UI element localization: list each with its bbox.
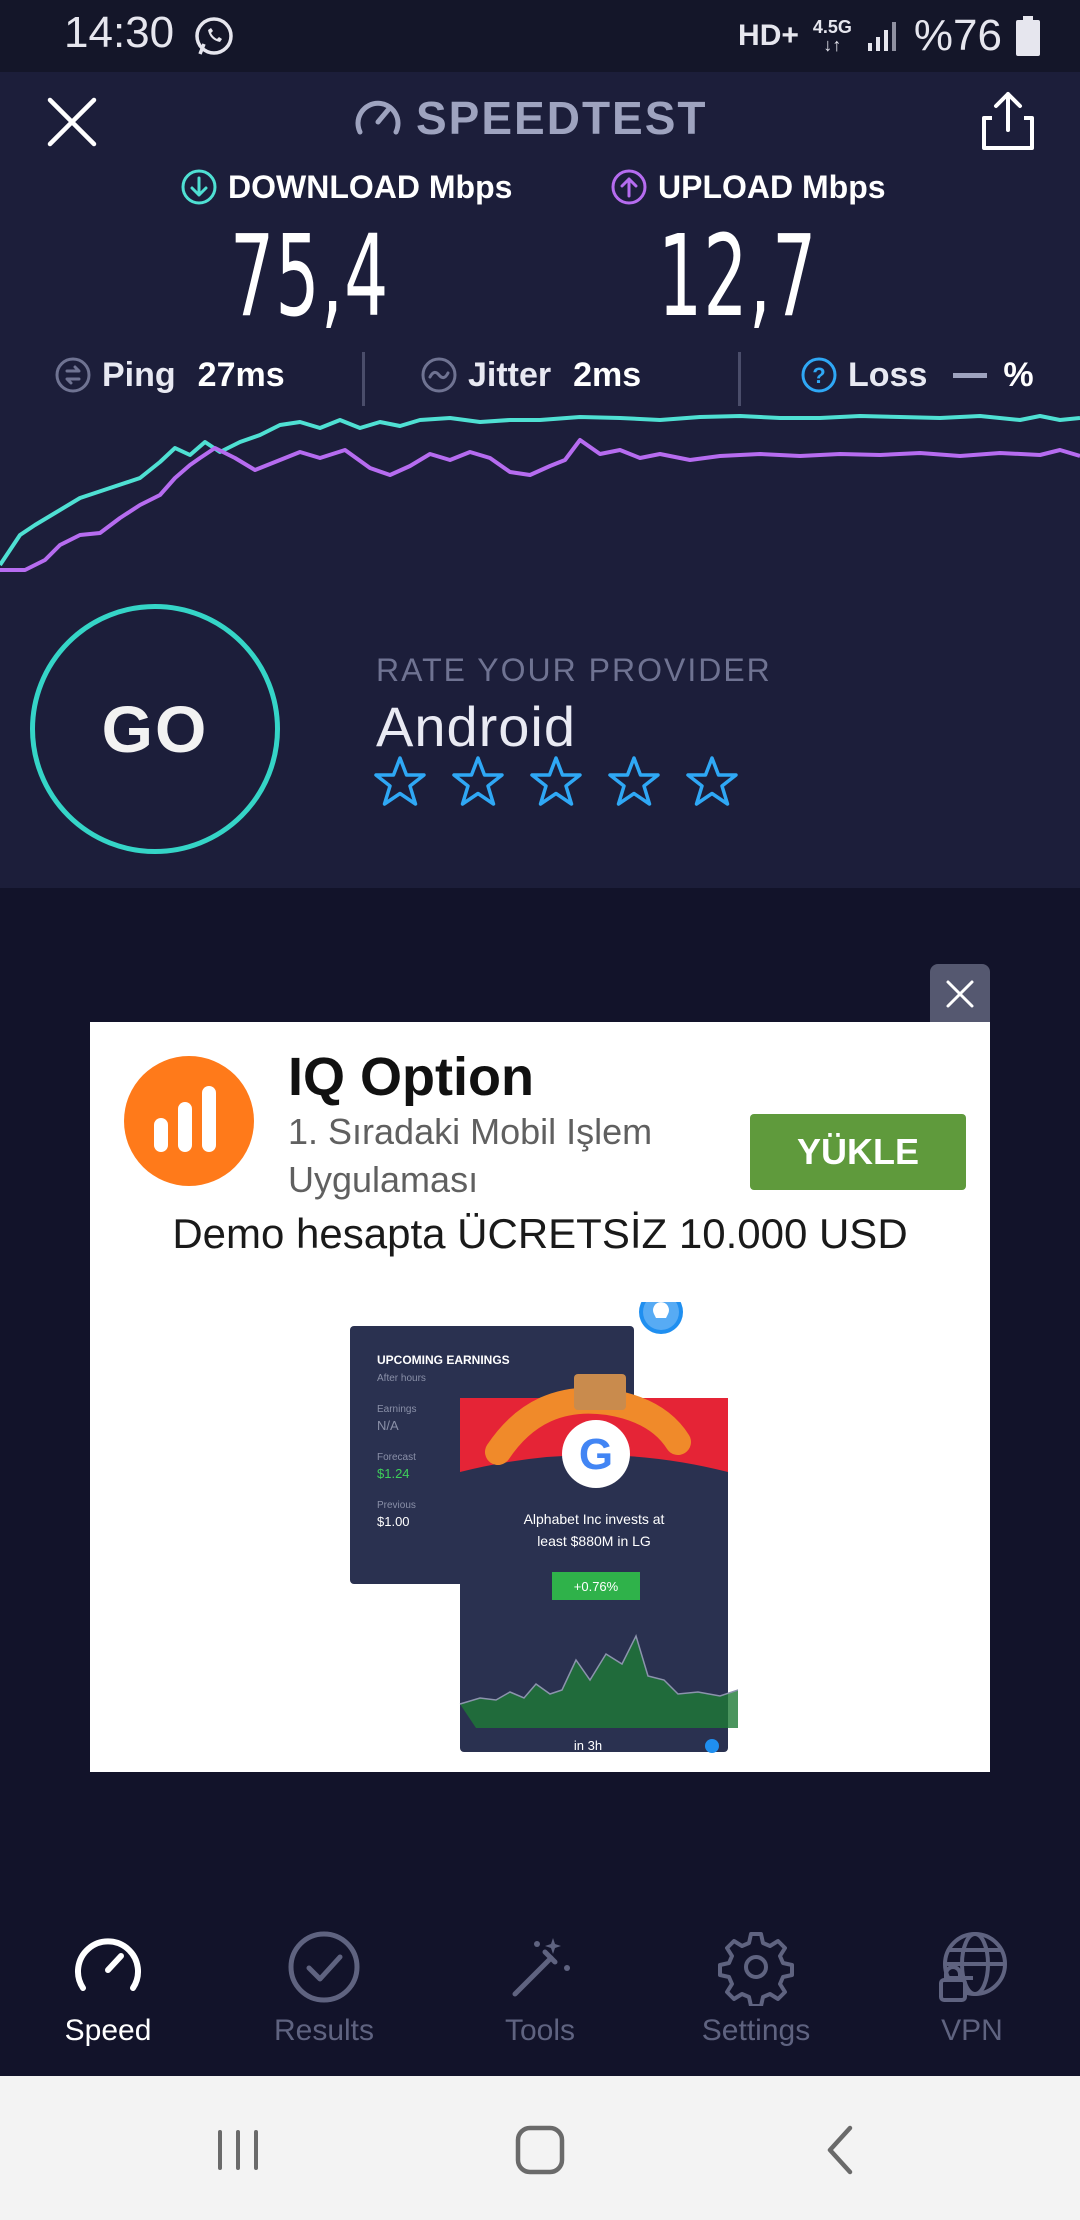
signal-icon	[867, 22, 896, 51]
install-button[interactable]: YÜKLE	[750, 1114, 966, 1190]
card2-text-2: least $880M in LG	[537, 1533, 651, 1549]
whatsapp-icon	[195, 17, 233, 55]
recent-apps-icon[interactable]	[208, 2120, 268, 2180]
svg-text:?: ?	[812, 363, 825, 388]
speed-graph	[0, 414, 1080, 572]
speedtest-logo: SPEEDTEST	[352, 88, 708, 148]
go-button[interactable]: GO	[30, 604, 280, 854]
jitter-label: Jitter	[468, 355, 552, 394]
card2-time: in 3h	[574, 1738, 602, 1753]
jitter-stat: Jitter 2ms	[420, 348, 641, 402]
bar-chart-logo-icon	[154, 1086, 216, 1152]
star-icon[interactable]	[372, 754, 428, 810]
upload-header: UPLOAD Mbps	[610, 164, 886, 210]
status-right: HD+ 4.5G ↓↑ %76	[738, 8, 1040, 64]
ad-creative: UPCOMING EARNINGS After hours Earnings N…	[350, 1302, 738, 1753]
jitter-value: 2ms	[573, 355, 642, 394]
earnings-value: N/A	[377, 1418, 399, 1433]
rating-stars	[372, 754, 740, 810]
nav-speed[interactable]: Speed	[28, 1928, 188, 2048]
system-nav-bar	[0, 2076, 1080, 2220]
earnings-label: Earnings	[377, 1404, 416, 1415]
close-icon[interactable]	[44, 94, 100, 150]
status-bar: 14:30 HD+ 4.5G ↓↑ %76	[0, 0, 1080, 72]
ad-title: IQ Option	[288, 1047, 534, 1107]
previous-label: Previous	[377, 1500, 416, 1511]
download-value: 75,4	[230, 212, 390, 342]
svg-text:G: G	[579, 1430, 613, 1479]
magic-wand-icon	[512, 1938, 570, 1997]
nav-settings-label: Settings	[701, 2014, 811, 2047]
star-icon[interactable]	[528, 754, 584, 810]
upload-label: UPLOAD Mbps	[658, 168, 886, 205]
upload-arrow-icon	[611, 169, 647, 205]
nav-tools[interactable]: Tools	[460, 1928, 620, 2048]
nav-results-label: Results	[273, 2014, 375, 2047]
upload-value: 12,7	[658, 212, 818, 342]
ad-close-button[interactable]	[930, 964, 990, 1024]
share-icon[interactable]	[978, 90, 1038, 154]
loss-label: Loss	[848, 355, 928, 394]
loss-value: %	[1003, 355, 1034, 394]
download-header: DOWNLOAD Mbps	[180, 164, 512, 210]
star-icon[interactable]	[684, 754, 740, 810]
provider-name: Android	[376, 695, 577, 758]
network-type: 4.5G ↓↑	[812, 17, 852, 55]
ping-icon	[55, 357, 91, 393]
stats-divider-1	[362, 352, 365, 406]
rate-provider-title: RATE YOUR PROVIDER	[376, 652, 772, 688]
ping-label: Ping	[102, 355, 176, 394]
download-label: DOWNLOAD Mbps	[228, 168, 513, 205]
hd-indicator: HD+	[738, 19, 799, 52]
battery-icon	[1016, 16, 1040, 56]
close-icon	[946, 980, 974, 1008]
go-label: GO	[101, 692, 209, 766]
battery-percent: %76	[913, 11, 1002, 60]
forecast-label: Forecast	[377, 1452, 416, 1463]
card2-text-1: Alphabet Inc invests at	[524, 1511, 665, 1527]
iq-option-logo	[124, 1056, 254, 1186]
card1-title: UPCOMING EARNINGS	[377, 1353, 510, 1367]
status-time: 14:30	[64, 8, 175, 57]
star-icon[interactable]	[450, 754, 506, 810]
loss-dash	[953, 372, 988, 378]
stats-row: Ping 27ms Jitter 2ms ? Loss %	[0, 348, 1080, 402]
help-icon[interactable]: ?	[800, 356, 838, 394]
loss-stat[interactable]: ? Loss %	[800, 348, 1034, 402]
back-icon[interactable]	[812, 2120, 872, 2180]
previous-value: $1.00	[377, 1514, 410, 1529]
card1-subtitle: After hours	[377, 1373, 426, 1384]
advertisement[interactable]: IQ Option 1. Sıradaki Mobil Işlem Uygula…	[90, 1022, 990, 1772]
speedometer-icon	[75, 1938, 141, 1991]
nav-results[interactable]: Results	[244, 1928, 404, 2048]
nav-settings[interactable]: Settings	[676, 1928, 836, 2048]
logo-text: SPEEDTEST	[416, 92, 708, 144]
check-circle-icon	[288, 1931, 360, 2003]
jitter-icon	[421, 357, 457, 393]
globe-lock-icon	[939, 1932, 1007, 2002]
gear-icon	[718, 1932, 794, 2006]
star-icon[interactable]	[606, 754, 662, 810]
ping-value: 27ms	[197, 355, 285, 394]
forecast-value: $1.24	[377, 1466, 410, 1481]
nav-vpn-label: VPN	[941, 2014, 1003, 2047]
bottom-nav: Speed Results Tools Settings VPN	[0, 1910, 1080, 2076]
ad-headline: Demo hesapta ÜCRETSİZ 10.000 USD	[172, 1210, 908, 1257]
stats-divider-2	[738, 352, 741, 406]
home-icon[interactable]	[510, 2120, 570, 2180]
gauge-icon	[355, 100, 401, 135]
nav-speed-label: Speed	[64, 2014, 152, 2047]
ping-stat: Ping 27ms	[54, 348, 285, 402]
ad-subtitle: 1. Sıradaki Mobil Işlem Uygulaması	[288, 1111, 653, 1200]
card2-change: +0.76%	[574, 1579, 619, 1594]
nav-vpn[interactable]: VPN	[892, 1928, 1052, 2048]
download-arrow-icon	[181, 169, 217, 205]
nav-tools-label: Tools	[504, 2014, 576, 2047]
